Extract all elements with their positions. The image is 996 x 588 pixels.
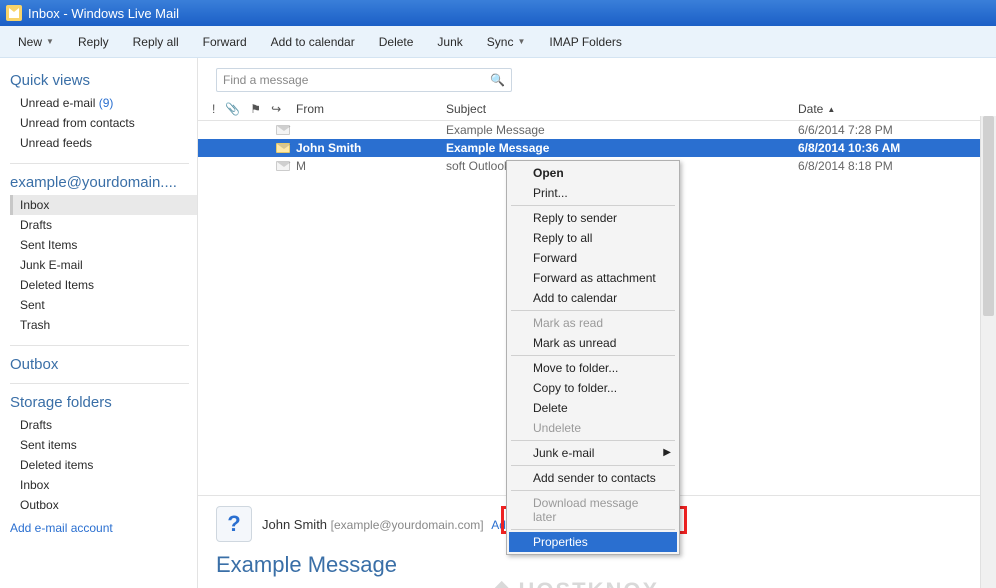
add-email-account-link[interactable]: Add e-mail account — [10, 515, 197, 535]
sidebar-item-sent[interactable]: Sent — [10, 295, 197, 315]
menu-item-copy-to-folder-[interactable]: Copy to folder... — [509, 378, 677, 398]
sidebar-header-outbox[interactable]: Outbox — [10, 356, 197, 373]
menu-item-forward[interactable]: Forward — [509, 248, 677, 268]
toolbar-imap-folders[interactable]: IMAP Folders — [539, 31, 631, 53]
sidebar-item-drafts[interactable]: Drafts — [10, 415, 197, 435]
menu-item-mark-as-unread[interactable]: Mark as unread — [509, 333, 677, 353]
menu-item-reply-to-all[interactable]: Reply to all — [509, 228, 677, 248]
msg-subject: Example Message — [446, 141, 798, 155]
menu-separator — [511, 529, 675, 530]
menu-separator — [511, 465, 675, 466]
msg-from: John Smith — [296, 141, 446, 155]
sidebar-item-outbox[interactable]: Outbox — [10, 495, 197, 515]
menu-item-forward-as-attachment[interactable]: Forward as attachment — [509, 268, 677, 288]
toolbar-reply[interactable]: Reply — [68, 31, 119, 53]
sidebar-header-quickviews[interactable]: Quick views — [10, 72, 197, 89]
menu-item-junk-e-mail[interactable]: Junk e-mail▶ — [509, 443, 677, 463]
scrollbar-thumb[interactable] — [983, 116, 994, 316]
column-subject[interactable]: Subject — [446, 102, 798, 116]
menu-item-delete[interactable]: Delete — [509, 398, 677, 418]
menu-item-print-[interactable]: Print... — [509, 183, 677, 203]
menu-item-undelete: Undelete — [509, 418, 677, 438]
sidebar-item-trash[interactable]: Trash — [10, 315, 197, 335]
message-row[interactable]: Example Message6/6/2014 7:28 PM — [198, 121, 996, 139]
vertical-scrollbar[interactable] — [980, 116, 996, 588]
msg-from: M — [296, 159, 446, 173]
sidebar-item-junk-e-mail[interactable]: Junk E-mail — [10, 255, 197, 275]
toolbar-add-to-calendar[interactable]: Add to calendar — [261, 31, 365, 53]
toolbar-junk[interactable]: Junk — [427, 31, 472, 53]
menu-item-download-message-later: Download message later — [509, 493, 677, 527]
column-date[interactable]: Date ▲ — [798, 102, 978, 116]
menu-item-open[interactable]: Open — [509, 163, 677, 183]
msg-subject: Example Message — [446, 123, 798, 137]
sidebar-item-unread-e-mail[interactable]: Unread e-mail (9) — [10, 93, 197, 113]
preview-sender-email: [example@yourdomain.com] — [331, 518, 484, 532]
caret-down-icon: ▼ — [46, 37, 54, 46]
sidebar-header-storage[interactable]: Storage folders — [10, 394, 197, 411]
column-from[interactable]: From — [296, 102, 446, 116]
message-list-header: ! 📎 ⚑ ↪ From Subject Date ▲ — [198, 98, 996, 121]
preview-subject: Example Message — [216, 552, 978, 578]
sidebar-item-drafts[interactable]: Drafts — [10, 215, 197, 235]
divider — [10, 163, 189, 164]
msg-date: 6/6/2014 7:28 PM — [798, 123, 978, 137]
menu-item-mark-as-read: Mark as read — [509, 313, 677, 333]
context-menu: OpenPrint...Reply to senderReply to allF… — [506, 160, 680, 555]
toolbar-new[interactable]: New▼ — [8, 31, 64, 53]
menu-item-move-to-folder-[interactable]: Move to folder... — [509, 358, 677, 378]
toolbar-forward[interactable]: Forward — [193, 31, 257, 53]
window-title: Inbox - Windows Live Mail — [28, 6, 179, 21]
header-flags[interactable]: ! 📎 ⚑ ↪ — [208, 102, 296, 116]
sidebar-item-deleted-items[interactable]: Deleted Items — [10, 275, 197, 295]
sidebar: Quick views Unread e-mail (9)Unread from… — [0, 58, 198, 588]
envelope-icon — [276, 161, 290, 171]
sidebar-item-unread-from-contacts[interactable]: Unread from contacts — [10, 113, 197, 133]
menu-separator — [511, 440, 675, 441]
menu-item-reply-to-sender[interactable]: Reply to sender — [509, 208, 677, 228]
search-input[interactable]: Find a message 🔍 — [216, 68, 512, 92]
divider — [10, 345, 189, 346]
toolbar-delete[interactable]: Delete — [369, 31, 424, 53]
sort-asc-icon: ▲ — [827, 105, 835, 114]
sidebar-item-unread-feeds[interactable]: Unread feeds — [10, 133, 197, 153]
envelope-icon — [276, 125, 290, 135]
menu-item-properties[interactable]: Properties — [509, 532, 677, 552]
search-icon: 🔍 — [490, 73, 505, 87]
submenu-arrow-icon: ▶ — [663, 447, 671, 458]
envelope-icon — [276, 143, 290, 153]
preview-sender-name: John Smith — [262, 517, 327, 532]
contact-placeholder-icon: ? — [216, 506, 252, 542]
msg-date: 6/8/2014 10:36 AM — [798, 141, 978, 155]
message-row[interactable]: John SmithExample Message6/8/2014 10:36 … — [198, 139, 996, 157]
sidebar-item-deleted-items[interactable]: Deleted items — [10, 455, 197, 475]
main-panel: Find a message 🔍 ! 📎 ⚑ ↪ From Subject Da… — [198, 58, 996, 588]
sidebar-header-account[interactable]: example@yourdomain.... — [10, 174, 197, 191]
forward-icon: ↪ — [271, 102, 281, 116]
toolbar-sync[interactable]: Sync▼ — [477, 31, 536, 53]
msg-date: 6/8/2014 8:18 PM — [798, 159, 978, 173]
caret-down-icon: ▼ — [517, 37, 525, 46]
sidebar-item-inbox[interactable]: Inbox — [10, 195, 197, 215]
search-placeholder: Find a message — [223, 73, 308, 87]
menu-separator — [511, 205, 675, 206]
menu-separator — [511, 355, 675, 356]
attachment-icon: 📎 — [225, 102, 240, 116]
menu-separator — [511, 490, 675, 491]
menu-separator — [511, 310, 675, 311]
divider — [10, 383, 189, 384]
sidebar-item-sent-items[interactable]: Sent Items — [10, 235, 197, 255]
menu-item-add-to-calendar[interactable]: Add to calendar — [509, 288, 677, 308]
window-titlebar: Inbox - Windows Live Mail — [0, 0, 996, 26]
sidebar-item-inbox[interactable]: Inbox — [10, 475, 197, 495]
unread-count: (9) — [99, 96, 114, 110]
sidebar-item-sent-items[interactable]: Sent items — [10, 435, 197, 455]
flag-icon: ⚑ — [250, 102, 261, 116]
main-toolbar: New▼ReplyReply allForwardAdd to calendar… — [0, 26, 996, 58]
watermark: ⯁HOSTKNOX.com — [493, 578, 701, 588]
priority-icon: ! — [212, 102, 215, 116]
app-icon — [6, 5, 22, 21]
toolbar-reply-all[interactable]: Reply all — [123, 31, 189, 53]
menu-item-add-sender-to-contacts[interactable]: Add sender to contacts — [509, 468, 677, 488]
